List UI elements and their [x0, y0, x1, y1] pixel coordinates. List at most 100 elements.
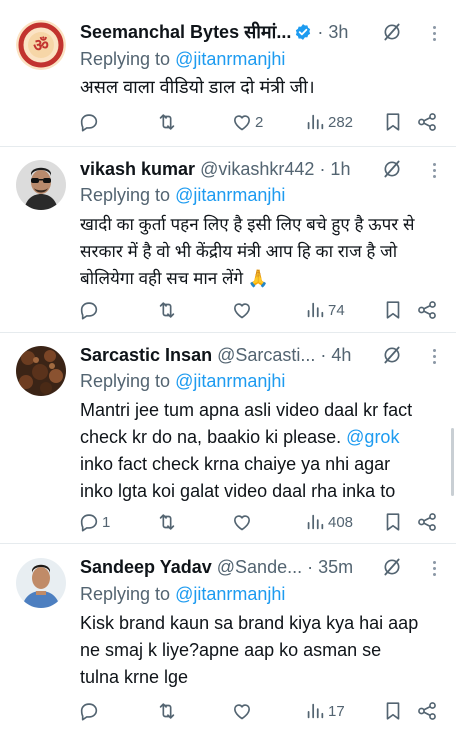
bookmark-button[interactable]: [382, 508, 404, 536]
grok-icon[interactable]: [382, 22, 402, 42]
grok-icon[interactable]: [382, 159, 402, 179]
repost-button[interactable]: [156, 697, 180, 725]
like-button[interactable]: [231, 508, 255, 536]
repost-icon: [159, 302, 175, 318]
text-line: बोलियेगा वही सच मान लेंगे 🙏: [80, 269, 269, 288]
like-count: 2: [255, 113, 264, 131]
username[interactable]: @Sande...: [217, 557, 302, 577]
reply-button[interactable]: [78, 296, 102, 324]
mention-link[interactable]: @jitanrmanjhi: [175, 584, 285, 604]
reply-count: 1: [102, 513, 111, 531]
text-line: tulna krne lge: [80, 667, 189, 687]
repost-icon: [159, 703, 175, 719]
grok-mention-link[interactable]: @grok: [346, 427, 399, 447]
replying-to: Replying to @jitanrmanjhi: [80, 582, 285, 606]
bookmark-icon: [386, 513, 400, 531]
replying-prefix: Replying to: [80, 584, 171, 604]
text-line: inko lgta koi galat video daal rha inka …: [80, 481, 396, 501]
bookmark-icon: [386, 702, 400, 720]
timestamp[interactable]: · 35m: [307, 557, 353, 577]
reply-icon: [80, 302, 98, 320]
grok-icon[interactable]: [382, 557, 402, 577]
more-options-icon[interactable]: [430, 20, 438, 46]
heart-icon: [234, 303, 250, 319]
like-button[interactable]: 2: [231, 108, 263, 136]
timestamp[interactable]: · 3h: [317, 22, 348, 42]
replying-to: Replying to @jitanrmanjhi: [80, 369, 285, 393]
timestamp[interactable]: · 4h: [320, 345, 351, 365]
like-button[interactable]: [231, 697, 255, 725]
views-count: 408: [328, 513, 354, 531]
share-button[interactable]: [416, 108, 438, 136]
avatar[interactable]: [16, 160, 66, 210]
grok-icon[interactable]: [382, 345, 402, 365]
text-line: Mantri jee tum apna asli video daal kr f…: [80, 400, 413, 420]
reply-text: Mantri jee tum apna asli video daal kr f…: [80, 397, 452, 505]
reply-icon: [80, 703, 98, 721]
share-icon: [418, 513, 436, 531]
text-line: check kr do na, baakio ki please. @grok: [80, 424, 452, 451]
reply-button[interactable]: [78, 108, 102, 136]
reply-item[interactable]: ॐ Seemanchal Bytes सीमां... · 3h Replyin…: [0, 0, 456, 147]
more-options-icon[interactable]: [430, 157, 438, 183]
reply-icon: [80, 514, 98, 532]
avatar[interactable]: ॐ: [16, 20, 66, 70]
repost-icon: [159, 514, 175, 530]
text-line: Kisk brand kaun sa brand kiya kya hai aa…: [80, 613, 419, 633]
share-button[interactable]: [416, 697, 438, 725]
bookmark-button[interactable]: [382, 697, 404, 725]
repost-button[interactable]: [156, 508, 180, 536]
views-button[interactable]: 74: [304, 296, 345, 324]
mention-link[interactable]: @jitanrmanjhi: [175, 185, 285, 205]
username[interactable]: @Sarcasti...: [217, 345, 315, 365]
share-button[interactable]: [416, 296, 438, 324]
replying-prefix: Replying to: [80, 371, 171, 391]
action-bar: 74: [78, 296, 444, 324]
display-name[interactable]: vikash kumar: [80, 159, 195, 179]
avatar[interactable]: [16, 558, 66, 608]
views-icon: [307, 703, 324, 719]
repost-button[interactable]: [156, 108, 180, 136]
avatar[interactable]: [16, 346, 66, 396]
bookmark-icon: [386, 301, 400, 319]
replying-prefix: Replying to: [80, 49, 171, 69]
action-bar: 17: [78, 697, 444, 725]
username[interactable]: @vikashkr442: [200, 159, 314, 179]
more-options-icon[interactable]: [430, 343, 438, 369]
repost-button[interactable]: [156, 296, 180, 324]
views-icon: [307, 514, 324, 530]
text-segment: check kr do na, baakio ki please.: [80, 427, 347, 447]
more-options-icon[interactable]: [430, 555, 438, 581]
replying-to: Replying to @jitanrmanjhi: [80, 183, 285, 207]
views-button[interactable]: 408: [304, 508, 353, 536]
display-name[interactable]: Sarcastic Insan: [80, 345, 212, 365]
reply-button[interactable]: [78, 697, 102, 725]
text-line: असल वाला वीडियो डाल दो मंत्री जी।: [80, 77, 315, 97]
reply-text: असल वाला वीडियो डाल दो मंत्री जी।: [80, 74, 452, 101]
timestamp[interactable]: · 1h: [319, 159, 350, 179]
text-line: खादी का कुर्ता पहन लिए है इसी लिए बचे हु…: [80, 215, 415, 234]
reply-item[interactable]: Sandeep Yadav @Sande... · 35m Replying t…: [0, 544, 456, 736]
replying-to: Replying to @jitanrmanjhi: [80, 47, 285, 71]
share-icon: [418, 113, 436, 131]
reply-item[interactable]: Sarcastic Insan @Sarcasti... · 4h Replyi…: [0, 333, 456, 544]
views-icon: [307, 302, 324, 318]
reply-item[interactable]: vikash kumar @vikashkr442 · 1h Replying …: [0, 147, 456, 333]
display-name[interactable]: Seemanchal Bytes सीमां...: [80, 22, 291, 42]
verified-badge-icon: [296, 24, 311, 40]
text-line: ne smaj k liye?apne aap ko asman se: [80, 640, 382, 660]
like-button[interactable]: [231, 296, 255, 324]
scrollbar[interactable]: [451, 428, 454, 496]
reply-button[interactable]: 1: [78, 508, 110, 536]
bookmark-button[interactable]: [382, 296, 404, 324]
views-button[interactable]: 282: [304, 108, 353, 136]
views-button[interactable]: 17: [304, 697, 345, 725]
display-name[interactable]: Sandeep Yadav: [80, 557, 212, 577]
mention-link[interactable]: @jitanrmanjhi: [175, 371, 285, 391]
heart-icon: [234, 515, 250, 531]
bookmark-button[interactable]: [382, 108, 404, 136]
views-count: 282: [328, 113, 354, 131]
share-button[interactable]: [416, 508, 438, 536]
mention-link[interactable]: @jitanrmanjhi: [175, 49, 285, 69]
views-icon: [307, 114, 324, 130]
